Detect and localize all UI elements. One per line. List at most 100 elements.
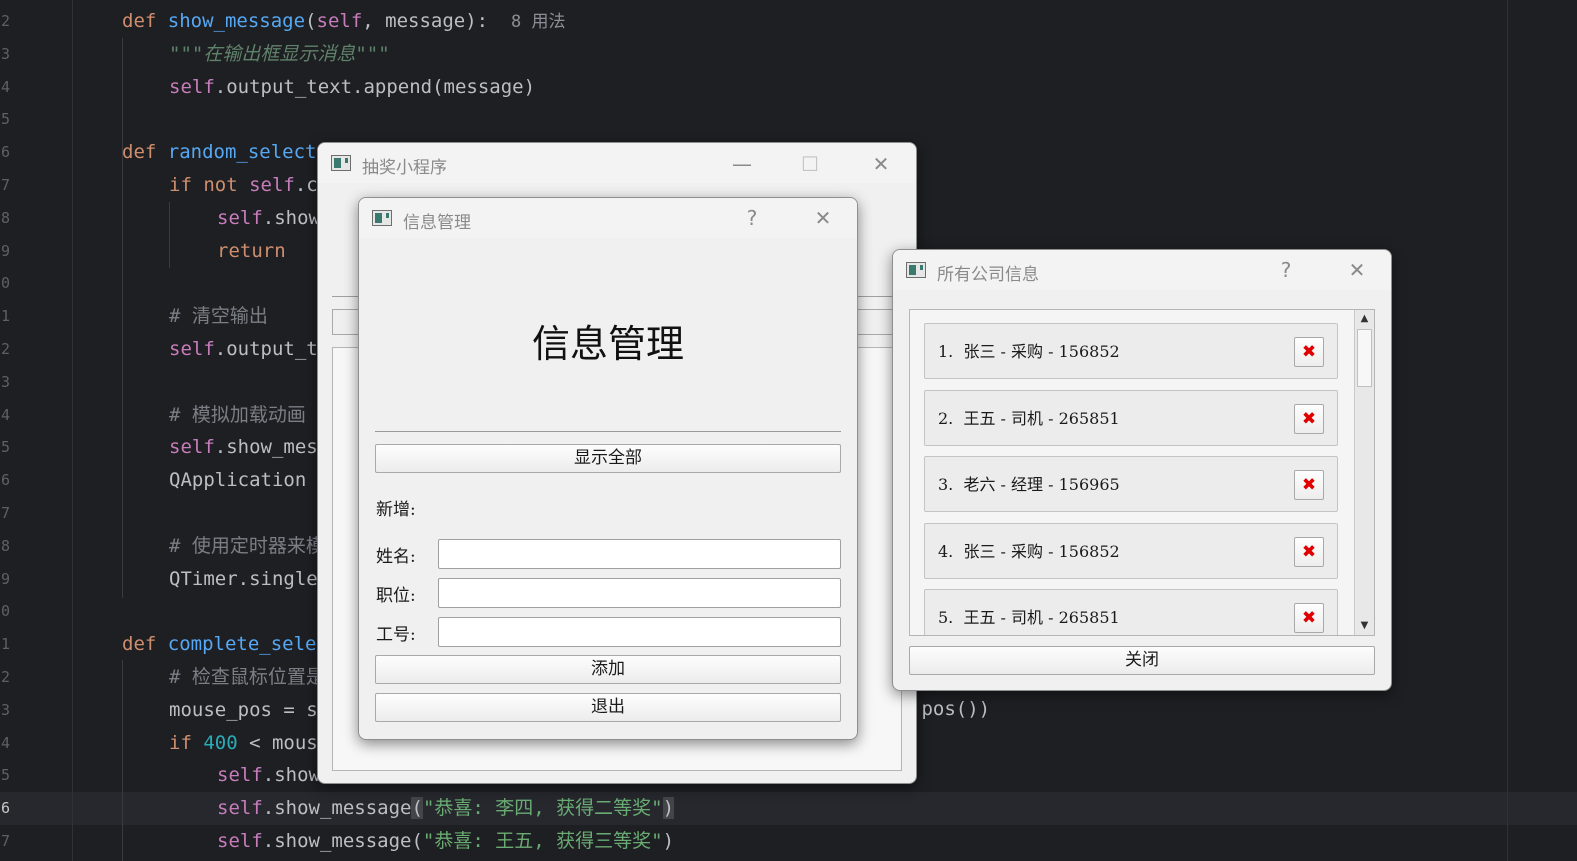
line-number: 8 [0,208,10,227]
code-token: """在输出框显示消息""" [169,42,390,65]
separator-line [375,431,841,432]
line-number: 7 [0,176,10,194]
code-token: "恭喜: 李四, 获得二等奖" [422,797,663,820]
code-token: self [217,830,263,852]
delete-icon[interactable]: ✖ [1294,536,1324,567]
code-line: self.show [217,759,320,792]
close-icon[interactable]: ✕ [1337,255,1377,285]
heading: 信息管理 [531,322,684,366]
code-token: self [169,436,215,459]
line-number: 1 [0,635,10,654]
code-line: def complete_sele [122,628,316,661]
title-bar[interactable]: 所有公司信息 ? ✕ [893,250,1391,290]
company-list[interactable]: 1. 张三 - 采购 - 156852 ✖ 2. 王五 - 司机 - 265851 ✖… [909,309,1375,636]
code-fragment: .pos()) [910,698,991,720]
code-line: self.show_message("恭喜: 王五, 获得三等奖") [217,825,674,858]
code-token: self [169,338,215,360]
code-line: return [217,235,286,268]
indent-guide [122,38,123,598]
close-button[interactable]: 关闭 [909,646,1375,675]
code-token: QTimer.single [169,567,318,590]
indent-guide [122,660,123,861]
code-token: .output_text.append(message) [214,75,536,98]
line-number: 2 [0,12,10,30]
list-item: 4. 张三 - 采购 - 156852 ✖ [924,522,1338,579]
code-token: 8 用法 [510,12,566,32]
line-number: 7 [0,504,10,522]
code-token: self [249,174,295,196]
add-button[interactable]: 添加 [375,655,841,684]
code-line: QApplication [169,464,306,497]
delete-icon[interactable]: ✖ [1294,337,1324,367]
position-input[interactable] [438,578,841,608]
line-number: 6 [0,471,10,490]
delete-icon[interactable]: ✖ [1294,603,1324,634]
app-icon [331,155,351,171]
name-label: 姓名: [376,547,416,567]
code-line: self.output_text.append(message) [169,71,535,104]
title-bar[interactable]: 信息管理 ? ✕ [359,198,857,238]
add-section-label: 新增: [376,500,416,520]
line-number: 4 [0,733,10,752]
list-item-text: 3. 老六 - 经理 - 156965 [938,475,1120,495]
line-number: 5 [0,766,10,785]
close-icon[interactable]: ✕ [803,203,843,233]
list-item: 3. 老六 - 经理 - 156965 ✖ [924,456,1338,513]
code-token: ( [305,10,317,32]
line-number: 2 [0,668,10,686]
code-token: self [217,797,263,820]
code-token: # 模拟加载动画 [169,403,306,426]
code-token: # 使用定时器来模 [169,534,325,557]
code-token: self [169,75,215,98]
list-item-text: 4. 张三 - 采购 - 156852 [938,541,1120,561]
code-token: def [122,633,168,656]
name-input[interactable] [438,539,841,569]
code-line: def show_message(self, message): 8 用法 [122,5,565,38]
scroll-up-icon[interactable]: ▲ [1355,310,1374,328]
code-token: self [316,10,363,32]
code-line: # 检查鼠标位置是 [169,661,325,694]
line-number: 2 [0,340,10,358]
show-all-button[interactable]: 显示全部 [375,444,841,473]
help-icon[interactable]: ? [732,203,772,233]
code-token: < mous [237,731,318,754]
code-line: mouse_pos = s [169,694,318,727]
dialog-title: 信息管理 [403,213,471,233]
code-line: self.output_t [169,333,318,366]
code-token: .show_message [262,797,412,820]
code-token: self [217,764,263,787]
code-token: return [217,239,286,262]
title-bar[interactable]: 抽奖小程序 — ☐ ✕ [318,143,916,183]
code-line: self.show_mes [169,431,318,464]
code-token: self [217,206,263,229]
scroll-down-icon[interactable]: ▼ [1355,617,1374,635]
maximize-icon[interactable]: ☐ [790,149,830,179]
code-token: if [169,731,204,754]
scrollbar-thumb[interactable] [1357,329,1372,387]
scrollbar[interactable]: ▲ ▼ [1354,310,1374,635]
list-item: 1. 张三 - 采购 - 156852 ✖ [924,323,1338,379]
code-token: show_message [167,10,306,32]
code-token: complete_sele [167,633,317,656]
code-line: def random_select [122,136,316,169]
code-line: if not self.c [169,169,318,202]
minimize-icon[interactable]: — [722,149,762,179]
code-line: self.show_message("恭喜: 李四, 获得二等奖") [217,792,675,825]
code-token: "恭喜: 王五, 获得三等奖" [422,830,663,852]
code-token: , message): [362,10,511,32]
app-icon [906,262,926,278]
id-input[interactable] [438,617,841,647]
help-icon[interactable]: ? [1266,255,1306,285]
code-token: .c [294,174,318,196]
line-number: 3 [0,44,10,63]
line-number: 1 [0,307,10,326]
exit-button[interactable]: 退出 [375,693,841,722]
code-token: .show_mes [214,436,318,459]
indent-guide [169,202,170,268]
line-number: 3 [0,700,10,719]
delete-icon[interactable]: ✖ [1294,470,1324,501]
list-item: 5. 王五 - 司机 - 265851 ✖ [924,589,1338,635]
delete-icon[interactable]: ✖ [1294,403,1324,434]
close-icon[interactable]: ✕ [861,149,901,179]
code-token: ) [662,830,675,852]
